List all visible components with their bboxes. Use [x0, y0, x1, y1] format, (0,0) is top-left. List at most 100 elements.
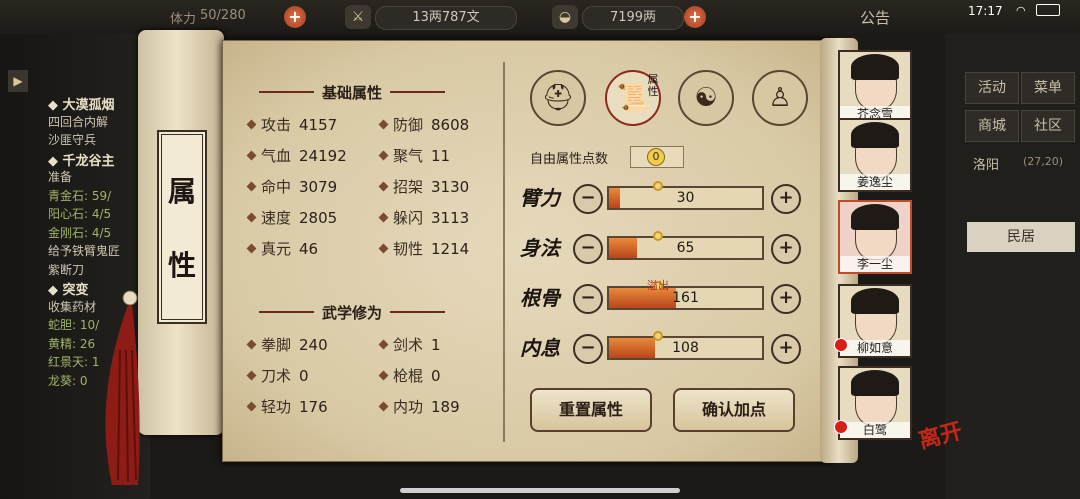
quest-line: 准备 — [48, 170, 73, 184]
equipment-tab-icon[interactable]: ⛑ — [530, 70, 586, 126]
community-button[interactable]: 社区 — [1021, 110, 1075, 142]
attribute-bar: 30 — [607, 181, 764, 210]
confirm-points-button[interactable]: 确认加点 — [673, 388, 795, 432]
stat-name: 气血 — [261, 147, 292, 165]
quest-line: 收集药材 — [48, 299, 97, 314]
stamina-value: 50/280 — [200, 8, 246, 23]
stat-diamond-icon — [378, 339, 389, 350]
stat-name: 命中 — [261, 178, 292, 196]
stat-value: 3130 — [431, 178, 470, 196]
stat-value: 0 — [299, 367, 309, 385]
party-member-name: 李一尘 — [840, 256, 910, 272]
quest-line: 阳心石: 4/5 — [48, 207, 112, 221]
attribute-name: 身法 — [520, 236, 560, 260]
stat-diamond-icon — [246, 212, 257, 223]
stat-value: 11 — [431, 147, 451, 165]
add-stamina-button[interactable]: + — [284, 6, 306, 28]
residence-button[interactable]: 民居 — [967, 222, 1075, 252]
increase-button[interactable]: + — [771, 184, 801, 214]
martial-stat: 拳脚 240 — [246, 334, 328, 355]
mall-button[interactable]: 商城 — [965, 110, 1019, 142]
battery-icon — [1036, 4, 1060, 16]
add-gold-button[interactable]: + — [684, 6, 706, 28]
location-name: 洛阳 — [973, 158, 1000, 173]
taiji-tab-icon[interactable]: ☯ — [678, 70, 734, 126]
free-points-value: 0 — [647, 148, 665, 166]
stat-value: 24192 — [299, 147, 347, 165]
stat-diamond-icon — [246, 339, 257, 350]
quest-line: 红景天: 1 — [48, 355, 100, 369]
basic-attr-heading: 基础属性 — [258, 84, 446, 102]
stat-name: 招架 — [393, 178, 424, 196]
quest-line: 黄精: 26 — [48, 336, 96, 351]
basic-stat: 攻击 4157 — [246, 114, 338, 135]
decrease-button[interactable]: − — [573, 234, 603, 264]
basic-stat: 防御 8608 — [378, 114, 469, 135]
party-member-portrait[interactable]: 姜逸尘 — [838, 118, 912, 192]
attribute-tab-icon[interactable]: 📜 属性 — [605, 70, 661, 126]
stat-diamond-icon — [378, 181, 389, 192]
party-member-portrait[interactable]: 柳如意 — [834, 284, 912, 358]
decrease-button[interactable]: − — [573, 284, 603, 314]
attribute-value: 161 — [672, 290, 699, 306]
stat-diamond-icon — [246, 119, 257, 130]
notice-button[interactable]: 公告 — [860, 7, 890, 28]
collapse-arrow-icon[interactable]: ▶ — [8, 70, 28, 92]
martial-stat: 枪棍 0 — [378, 365, 441, 386]
stat-diamond-icon — [246, 370, 257, 381]
stat-name: 剑术 — [393, 336, 424, 354]
top-bar: 体力 50/280 + ⚔ 13两787文 ◒ 7199两 + 公告 17:17… — [0, 0, 1080, 34]
quest-line: 蛇胆: 10/ — [48, 318, 100, 332]
overflow-label: 溢出 — [647, 279, 669, 292]
stat-value: 1 — [431, 336, 441, 354]
basic-stat: 躲闪 3113 — [378, 207, 470, 228]
basic-stat: 速度 2805 — [246, 207, 338, 228]
increase-button[interactable]: + — [771, 234, 801, 264]
party-member-portrait[interactable]: 李一尘 — [838, 200, 912, 274]
stat-diamond-icon — [246, 243, 257, 254]
basic-stat: 命中 3079 — [246, 176, 337, 197]
stat-value: 4157 — [299, 116, 338, 134]
basic-stat: 聚气 11 — [378, 145, 451, 166]
free-points-box: 0 — [630, 146, 684, 168]
increase-button[interactable]: + — [771, 284, 801, 314]
stat-diamond-icon — [378, 401, 389, 412]
activity-button[interactable]: 活动 — [965, 72, 1019, 104]
menu-button[interactable]: 菜单 — [1021, 72, 1075, 104]
stat-name: 防御 — [393, 116, 424, 134]
decrease-button[interactable]: − — [573, 334, 603, 364]
martial-stat: 轻功 176 — [246, 396, 328, 417]
decrease-button[interactable]: − — [573, 184, 603, 214]
quest-line: 给予铁臂鬼匠 — [48, 244, 121, 258]
party-member-portrait[interactable]: 芥念雪 — [838, 50, 912, 124]
stat-diamond-icon — [378, 212, 389, 223]
meridian-tab-icon[interactable]: ♙ — [752, 70, 808, 126]
home-indicator — [400, 488, 680, 493]
stat-diamond-icon — [378, 150, 389, 161]
quest-line: ◆ 千龙谷主 — [48, 153, 115, 169]
stat-name: 韧性 — [393, 240, 424, 258]
attribute-value: 30 — [676, 190, 695, 206]
stat-value: 2805 — [299, 209, 338, 227]
stat-diamond-icon — [246, 401, 257, 412]
quest-line: 龙葵: 0 — [48, 373, 88, 388]
alert-dot-icon — [834, 338, 848, 352]
stat-name: 攻击 — [261, 116, 292, 134]
stat-value: 176 — [299, 398, 328, 416]
attribute-value: 108 — [672, 340, 699, 356]
party-member-portrait[interactable]: 白鹭 — [834, 366, 912, 440]
free-points-label: 自由属性点数 — [530, 152, 609, 167]
attribute-bar: 161 — [607, 281, 764, 310]
martial-heading: 武学修为 — [258, 304, 446, 322]
stat-value: 3113 — [431, 209, 470, 227]
portrait-hair — [851, 288, 899, 314]
party-member-name: 姜逸尘 — [840, 174, 910, 190]
panel-divider — [503, 62, 505, 442]
increase-button[interactable]: + — [771, 334, 801, 364]
quest-line: 沙匪守兵 — [48, 133, 97, 147]
stamina-label: 体力 — [170, 12, 197, 27]
reset-attributes-button[interactable]: 重置属性 — [530, 388, 652, 432]
martial-stat: 刀术 0 — [246, 365, 309, 386]
portrait-hair — [851, 204, 899, 230]
quest-line: 紫断刀 — [48, 262, 85, 277]
